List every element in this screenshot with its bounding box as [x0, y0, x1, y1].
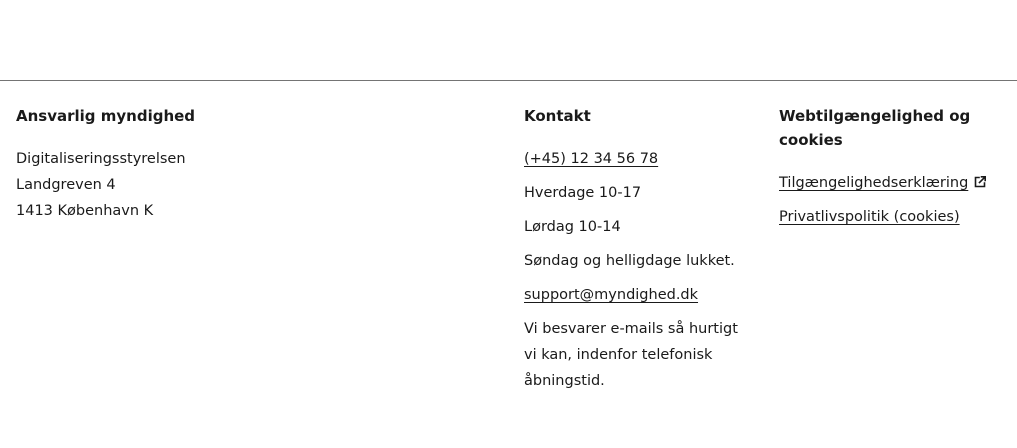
accessibility-statement-link[interactable]: Tilgængelighedserklæring [779, 175, 968, 191]
accessibility-heading: Webtilgængelighed og cookies [779, 107, 971, 149]
link-item-accessibility-statement: Tilgængelighedserklæring [779, 170, 1004, 196]
accessibility-statement-label: Tilgængelighedserklæring [779, 175, 969, 191]
hours-closed: Søndag og helligdage lukket. [524, 253, 735, 269]
contact-section: Kontakt (+45) 12 34 56 78 Hverdage 10-17… [524, 104, 746, 394]
authority-street: Landgreven 4 [16, 177, 116, 193]
hours-saturday: Lørdag 10-14 [524, 219, 621, 235]
authority-section: Ansvarlig myndighed Digitaliseringsstyre… [16, 104, 486, 224]
footer-divider [0, 80, 1017, 81]
contact-email-item: support@myndighed.dk [524, 282, 746, 308]
hours-weekdays: Hverdage 10-17 [524, 185, 642, 201]
authority-name: Digitaliseringsstyrelsen [16, 151, 186, 167]
email-link[interactable]: support@myndighed.dk [524, 287, 698, 303]
authority-address: Digitaliseringsstyrelsen Landgreven 4 14… [16, 146, 486, 224]
contact-phone-item: (+45) 12 34 56 78 [524, 146, 746, 172]
email-response-note: Vi besvarer e-mails så hurtigt vi kan, i… [524, 321, 738, 389]
contact-heading: Kontakt [524, 107, 591, 125]
contact-list: (+45) 12 34 56 78 Hverdage 10-17 Lørdag … [524, 146, 746, 394]
authority-postal-city: 1413 København K [16, 203, 154, 219]
accessibility-section: Webtilgængelighed og cookies Tilgængelig… [779, 104, 1004, 238]
privacy-policy-link[interactable]: Privatlivspolitik (cookies) [779, 209, 960, 225]
authority-heading: Ansvarlig myndighed [16, 107, 196, 125]
phone-link[interactable]: (+45) 12 34 56 78 [524, 151, 658, 167]
external-link-icon [973, 172, 987, 188]
accessibility-links: Tilgængelighedserklæring Privatlivspolit… [779, 170, 1004, 230]
link-item-privacy-policy: Privatlivspolitik (cookies) [779, 204, 1004, 230]
